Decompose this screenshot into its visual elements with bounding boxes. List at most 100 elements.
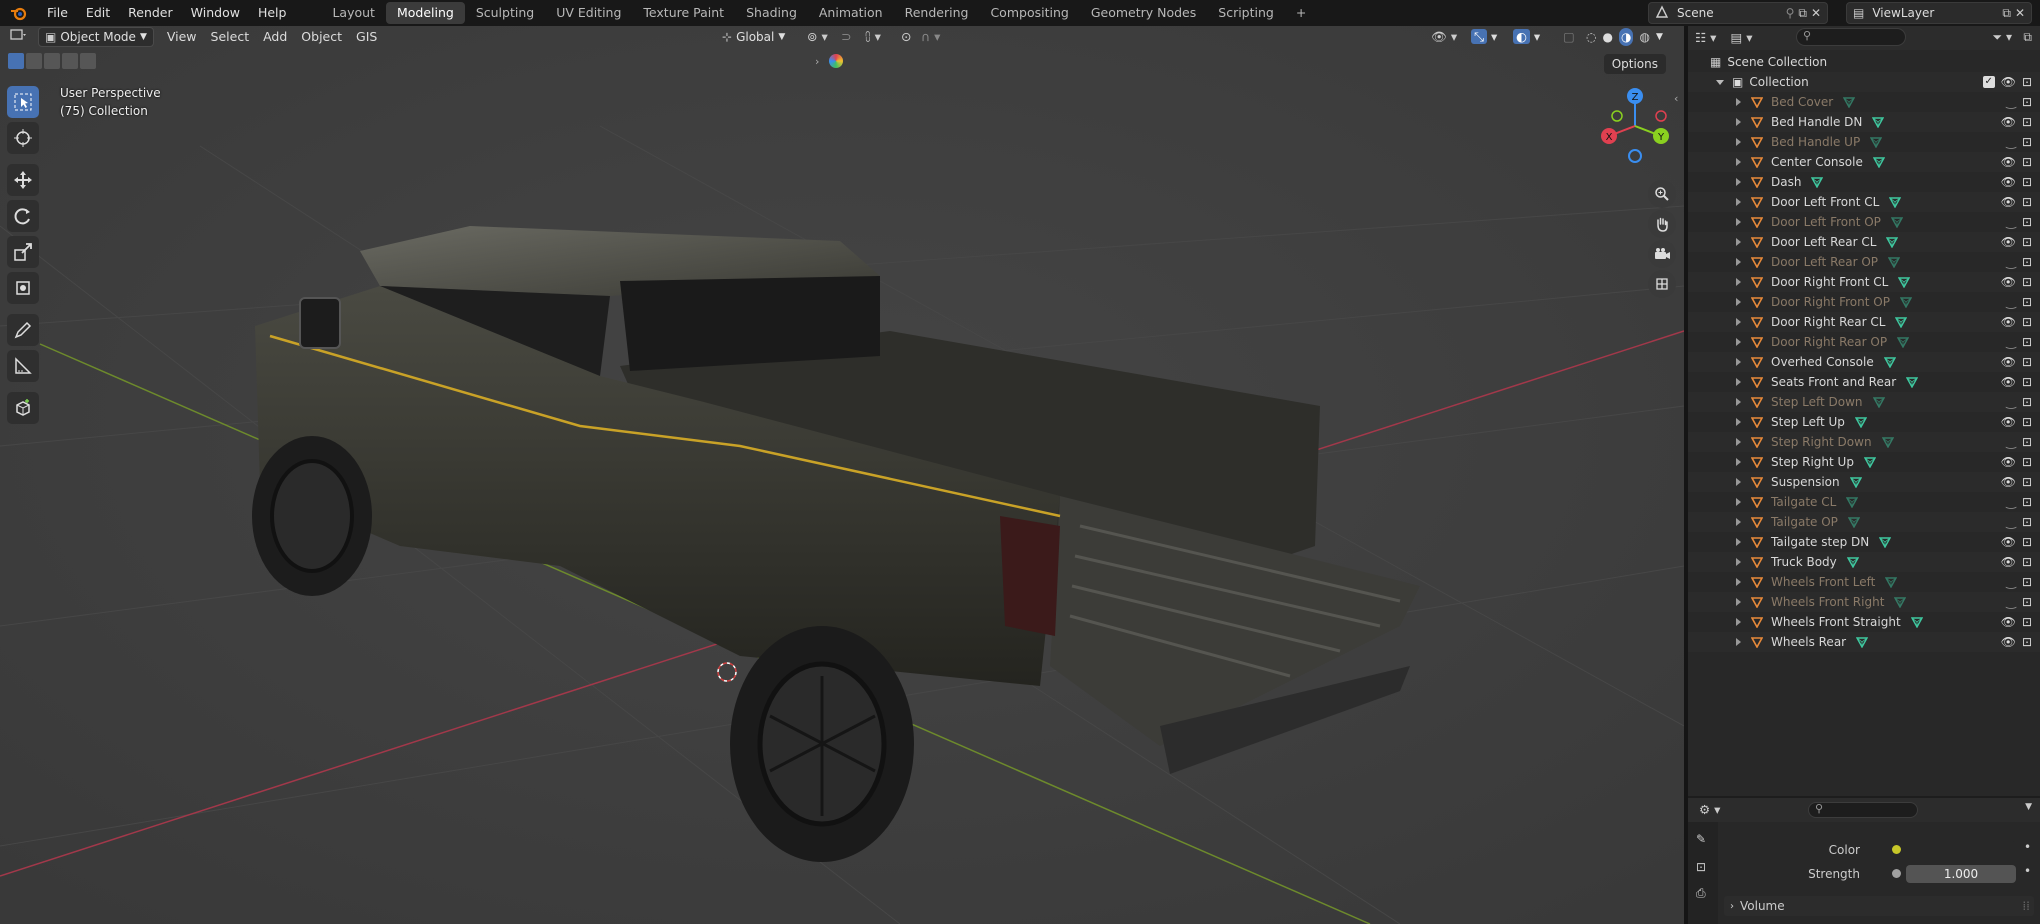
eye-closed-icon[interactable]: ‿ (2006, 395, 2016, 409)
expand-arrow-icon[interactable] (1736, 118, 1741, 126)
strength-field[interactable]: 1.000 (1906, 865, 2016, 883)
camera-render-icon[interactable]: ⊡ (2022, 295, 2032, 309)
camera-render-icon[interactable]: ⊡ (2022, 235, 2032, 249)
outliner-object-row[interactable]: Bed Handle UP ‿ ⊡ (1688, 132, 2040, 152)
output-properties-icon[interactable]: ⎙ (1696, 886, 1706, 901)
select-invert-icon[interactable] (62, 53, 78, 69)
delete-view-layer-icon[interactable]: ✕ (2015, 6, 2025, 20)
expand-arrow-icon[interactable] (1736, 398, 1741, 406)
mesh-data-icon[interactable] (1872, 396, 1885, 408)
outliner-object-row[interactable]: Wheels Front Left ‿ ⊡ (1688, 572, 2040, 592)
eye-icon[interactable]: 👁 (2001, 115, 2016, 129)
menu-view[interactable]: View (160, 27, 204, 47)
camera-render-icon[interactable]: ⊡ (2022, 275, 2032, 289)
expand-arrow-icon[interactable] (1736, 598, 1741, 606)
outliner-object-row[interactable]: Door Right Rear OP ‿ ⊡ (1688, 332, 2040, 352)
outliner-object-row[interactable]: Door Right Front OP ‿ ⊡ (1688, 292, 2040, 312)
mesh-data-icon[interactable] (1888, 256, 1901, 268)
outliner-object-row[interactable]: Door Left Rear OP ‿ ⊡ (1688, 252, 2040, 272)
eye-icon[interactable]: 👁 (2001, 355, 2016, 369)
eye-icon[interactable]: 👁 (2001, 535, 2016, 549)
mesh-data-icon[interactable] (1906, 376, 1919, 388)
expand-arrow-icon[interactable] (1736, 518, 1741, 526)
eye-closed-icon[interactable]: ‿ (2006, 335, 2016, 349)
eye-icon[interactable]: 👁 (2001, 375, 2016, 389)
transform-orientation-selector[interactable]: ⊹ Global ▼ (716, 27, 791, 47)
expand-arrow-icon[interactable] (1736, 238, 1741, 246)
eye-closed-icon[interactable]: ‿ (2006, 255, 2016, 269)
chevron-down-icon[interactable]: ▼ (2025, 802, 2032, 812)
outliner-object-row[interactable]: Tailgate OP ‿ ⊡ (1688, 512, 2040, 532)
menu-file[interactable]: File (38, 0, 77, 26)
color-socket-icon[interactable] (1892, 845, 1901, 854)
eye-closed-icon[interactable]: ‿ (2006, 435, 2016, 449)
mesh-data-icon[interactable] (1872, 116, 1885, 128)
eye-closed-icon[interactable]: ‿ (2006, 135, 2016, 149)
menu-window[interactable]: Window (182, 0, 249, 26)
camera-render-icon[interactable]: ⊡ (2022, 375, 2032, 389)
tab-sculpting[interactable]: Sculpting (465, 2, 545, 24)
tab-compositing[interactable]: Compositing (979, 2, 1079, 24)
camera-render-icon[interactable]: ⊡ (2022, 135, 2032, 149)
expand-arrow-icon[interactable] (1736, 278, 1741, 286)
eye-icon[interactable]: 👁 (2001, 235, 2016, 249)
render-properties-icon[interactable]: ⊡ (1696, 860, 1706, 874)
solid-shading-icon[interactable]: ● (1602, 28, 1612, 46)
add-workspace-button[interactable]: + (1285, 2, 1317, 24)
expand-arrow-icon[interactable] (1736, 338, 1741, 346)
measure-tool[interactable] (7, 350, 39, 382)
add-cube-tool[interactable] (7, 392, 39, 424)
tab-geometry-nodes[interactable]: Geometry Nodes (1080, 2, 1207, 24)
camera-render-icon[interactable]: ⊡ (2022, 575, 2032, 589)
camera-render-icon[interactable]: ⊡ (2022, 175, 2032, 189)
delete-scene-icon[interactable]: ✕ (1811, 6, 1821, 20)
expand-arrow-icon[interactable] (1736, 378, 1741, 386)
menu-object[interactable]: Object (294, 27, 349, 47)
eye-icon[interactable]: 👁 (2001, 75, 2016, 89)
camera-render-icon[interactable]: ⊡ (2022, 515, 2032, 529)
volume-panel-header[interactable]: › Volume ⁞⁞ (1724, 896, 2034, 916)
mesh-data-icon[interactable] (1899, 296, 1912, 308)
outliner-object-row[interactable]: Wheels Front Straight 👁 ⊡ (1688, 612, 2040, 632)
pan-hand-icon[interactable] (1648, 210, 1676, 238)
navigation-gizmo[interactable]: Z X Y (1595, 86, 1675, 166)
collection-expand-icon[interactable] (1716, 79, 1724, 85)
outliner-object-row[interactable]: Step Left Up 👁 ⊡ (1688, 412, 2040, 432)
mesh-data-icon[interactable] (1843, 96, 1856, 108)
outliner-object-row[interactable]: Bed Handle DN 👁 ⊡ (1688, 112, 2040, 132)
outliner-object-row[interactable]: Door Right Rear CL 👁 ⊡ (1688, 312, 2040, 332)
outliner-scene-collection-row[interactable]: ▦ Scene Collection (1688, 52, 2040, 72)
camera-render-icon[interactable]: ⊡ (2022, 75, 2032, 89)
mesh-data-icon[interactable] (1811, 176, 1824, 188)
tab-animation[interactable]: Animation (808, 2, 894, 24)
new-scene-icon[interactable]: ⧉ (1798, 6, 1807, 21)
eye-closed-icon[interactable]: ‿ (2006, 95, 2016, 109)
annotate-tool[interactable] (7, 314, 39, 346)
tab-texture-paint[interactable]: Texture Paint (632, 2, 735, 24)
mesh-data-icon[interactable] (1870, 136, 1883, 148)
eye-icon[interactable]: 👁 (2001, 275, 2016, 289)
eye-closed-icon[interactable]: ‿ (2006, 575, 2016, 589)
tab-rendering[interactable]: Rendering (894, 2, 980, 24)
mesh-data-icon[interactable] (1879, 536, 1892, 548)
view-layer-selector[interactable]: ▤ ViewLayer ⧉ ✕ (1846, 2, 2032, 24)
expand-arrow-icon[interactable] (1736, 618, 1741, 626)
expand-arrow-icon[interactable] (1736, 418, 1741, 426)
falloff-button[interactable]: ∩ ▾ (914, 27, 947, 47)
eye-icon[interactable]: 👁 (2001, 415, 2016, 429)
expand-arrow-icon[interactable] (1736, 358, 1741, 366)
mesh-data-icon[interactable] (1890, 216, 1903, 228)
scene-selector[interactable]: Scene ⚲ ⧉ ✕ (1648, 2, 1828, 24)
expand-arrow-icon[interactable] (1736, 258, 1741, 266)
camera-render-icon[interactable]: ⊡ (2022, 335, 2032, 349)
eye-icon[interactable]: 👁 (2001, 475, 2016, 489)
expand-arrow-icon[interactable] (1736, 218, 1741, 226)
outliner-object-row[interactable]: Center Console 👁 ⊡ (1688, 152, 2040, 172)
chevron-down-icon[interactable]: ▼ (1656, 28, 1663, 46)
expand-arrow-icon[interactable] (1736, 458, 1741, 466)
expand-arrow-icon[interactable] (1736, 98, 1741, 106)
camera-render-icon[interactable]: ⊡ (2022, 255, 2032, 269)
outliner-object-row[interactable]: Truck Body 👁 ⊡ (1688, 552, 2040, 572)
rendered-shading-icon[interactable]: ◍ (1639, 28, 1649, 46)
mesh-data-icon[interactable] (1846, 496, 1859, 508)
